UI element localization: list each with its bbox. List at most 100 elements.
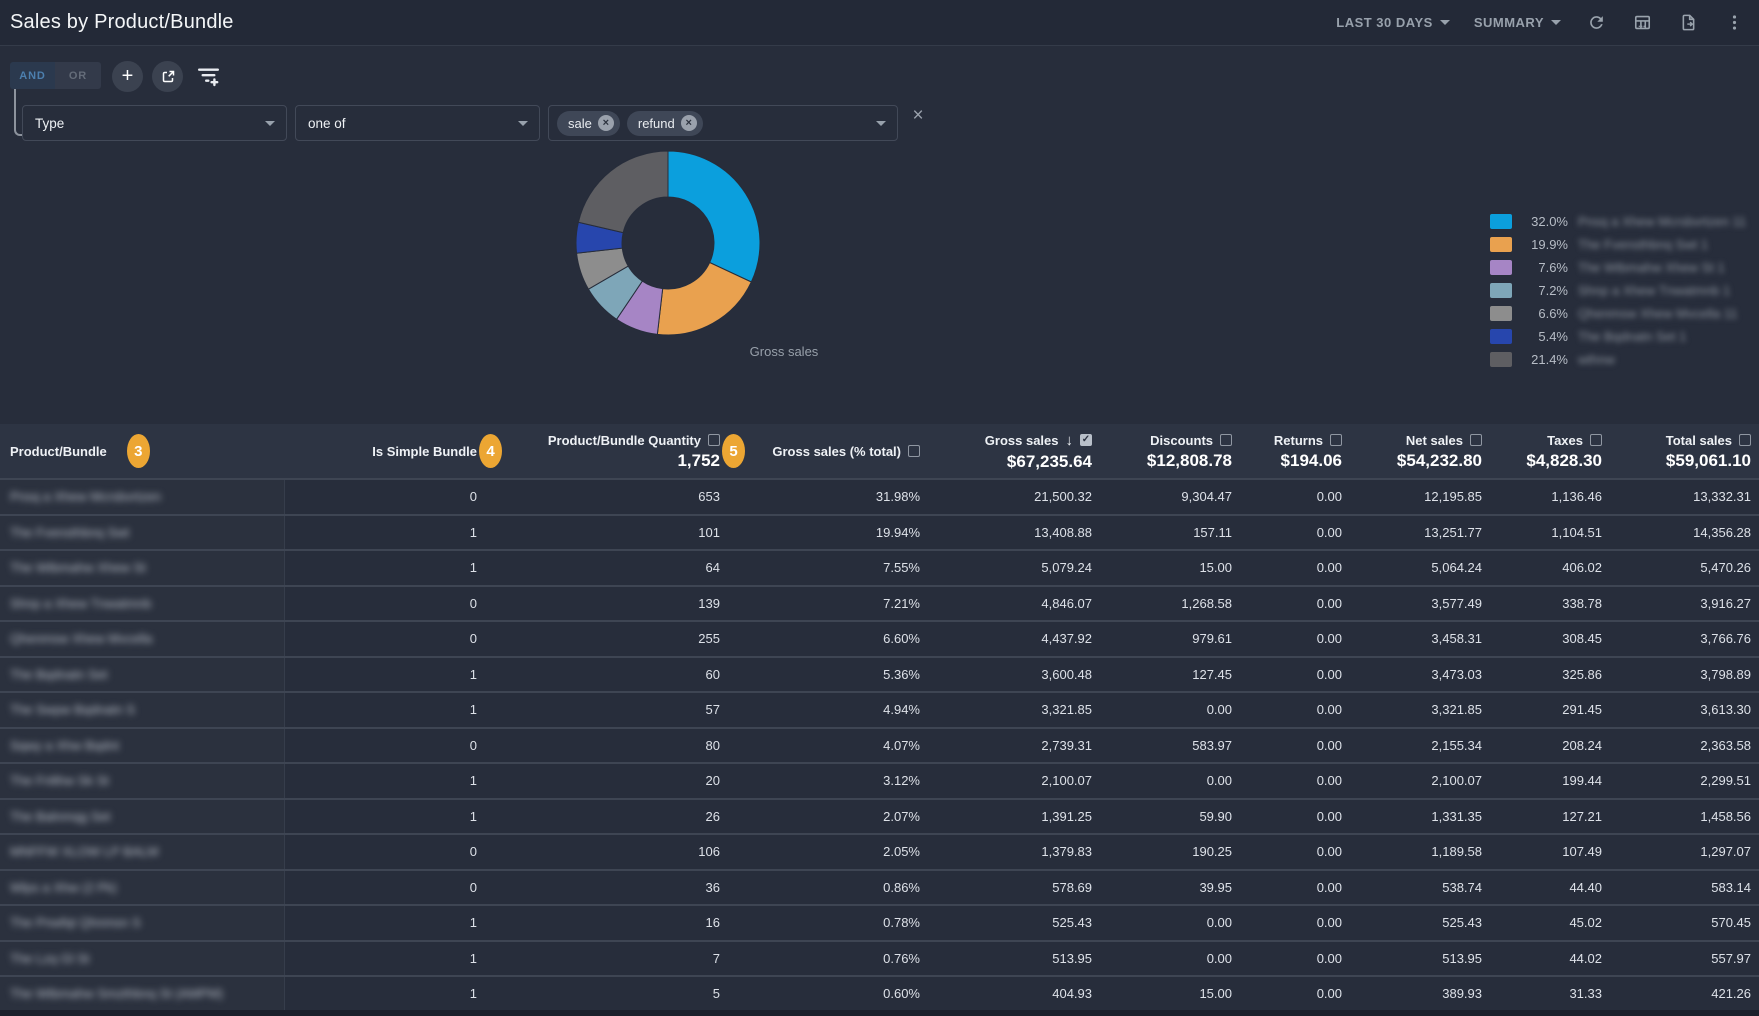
filter-value-chip[interactable]: sale×	[557, 111, 620, 136]
column-header-total-sales[interactable]: Total sales$59,061.10	[1610, 424, 1759, 478]
legend-percent: 7.6%	[1516, 260, 1568, 275]
cell-gross-sales-total: 4.07%	[728, 729, 928, 763]
column-select-checkbox[interactable]	[708, 434, 720, 446]
add-filter-line-icon[interactable]	[197, 66, 221, 92]
cell-discounts: 39.95	[1100, 871, 1240, 905]
legend-swatch	[1490, 283, 1512, 298]
cell-gross-sales-total: 5.36%	[728, 658, 928, 692]
cell-net-sales: 525.43	[1350, 906, 1490, 940]
export-icon[interactable]	[1677, 12, 1699, 34]
column-select-checkbox[interactable]	[1220, 434, 1232, 446]
legend-item[interactable]: 21.4%wthnw	[1490, 348, 1746, 371]
legend-swatch	[1490, 352, 1512, 367]
legend-percent: 19.9%	[1516, 237, 1568, 252]
column-header-gross-sales-total[interactable]: Gross sales (% total)	[728, 424, 928, 478]
donut-slice-1[interactable]	[668, 151, 760, 282]
donut-slice-7[interactable]	[578, 151, 668, 233]
add-filter-group-button[interactable]	[152, 61, 183, 92]
cell-net-sales: 5,064.24	[1350, 551, 1490, 585]
legend-item[interactable]: 32.0%Pnsq a Xhew Mcrsbvrtzen 11	[1490, 210, 1746, 233]
cell-returns: 0.00	[1240, 729, 1350, 763]
column-header-line: Discounts	[1150, 434, 1232, 447]
cell-gross-sales-total: 0.60%	[728, 977, 928, 1011]
legend-item[interactable]: 5.4%The Bqdnatn Set 1	[1490, 325, 1746, 348]
column-header-gross-sales[interactable]: Gross sales↓✓$67,235.64	[928, 424, 1100, 478]
column-select-checkbox[interactable]	[908, 445, 920, 457]
legend-item[interactable]: 6.6%Qhenmsw Xhew Mvcella 11	[1490, 302, 1746, 325]
chip-remove-icon[interactable]: ×	[681, 115, 697, 131]
column-header-net-sales[interactable]: Net sales$54,232.80	[1350, 424, 1490, 478]
sort-desc-icon[interactable]: ↓	[1066, 433, 1074, 448]
annotation-badge-5: 5	[722, 434, 745, 468]
add-filter-button[interactable]: +	[112, 61, 143, 92]
table-row[interactable]: Sqwy a Xhw Bqdnt0804.07%2,739.31583.970.…	[0, 727, 1759, 763]
column-header-taxes[interactable]: Taxes $4,828.30	[1490, 424, 1610, 478]
partial-next-row	[0, 1010, 1759, 1016]
product-name-cell: Pnsq a Xhew Mcrsbvrtzen	[0, 480, 285, 514]
top-bar-controls: LAST 30 DAYS SUMMARY	[1336, 12, 1745, 34]
cell-product-bundle-quantity: 20	[485, 764, 728, 798]
column-header-is-simple-bundle[interactable]: Is Simple Bundle4	[285, 424, 485, 478]
table-row[interactable]: Wlps a Xhw (2 Pk)0360.86%578.6939.950.00…	[0, 869, 1759, 905]
cell-is-simple-bundle: 1	[285, 693, 485, 727]
product-name-cell: The Wtbmahw Smzthbnq St (AMPM)	[0, 977, 285, 1011]
table-row[interactable]: The Wtbmahw Smzthbnq St (AMPM)150.60%404…	[0, 975, 1759, 1011]
cell-total-sales: 3,916.27	[1610, 587, 1759, 621]
table-view-icon[interactable]	[1631, 12, 1653, 34]
cell-net-sales: 1,331.35	[1350, 800, 1490, 834]
cell-taxes: 308.45	[1490, 622, 1610, 656]
table-row[interactable]: The Swpw Bqdnatn S1574.94%3,321.850.000.…	[0, 691, 1759, 727]
chip-remove-icon[interactable]: ×	[598, 115, 614, 131]
view-mode-selector[interactable]: SUMMARY	[1474, 15, 1561, 30]
refresh-icon[interactable]	[1585, 12, 1607, 34]
filter-value-chip[interactable]: refund×	[627, 111, 703, 136]
table-row[interactable]: The Lzq Gl St170.76%513.950.000.00513.95…	[0, 940, 1759, 976]
column-select-checkbox[interactable]: ✓	[1080, 434, 1092, 446]
table-row[interactable]: Pnsq a Xhew Mcrsbvrtzen065331.98%21,500.…	[0, 478, 1759, 514]
and-toggle-button[interactable]: AND	[10, 62, 55, 89]
open-in-new-icon	[160, 69, 176, 85]
table-row[interactable]: Shnp a Xhew Tnwatmnb01397.21%4,846.071,2…	[0, 585, 1759, 621]
table-row[interactable]: The Wtbmahw Xhew St1647.55%5,079.2415.00…	[0, 549, 1759, 585]
column-header-returns[interactable]: Returns$194.06	[1240, 424, 1350, 478]
legend-item[interactable]: 7.2%Shnp a Xhew Tnwatmnb 1	[1490, 279, 1746, 302]
cell-is-simple-bundle: 1	[285, 516, 485, 550]
filter-field-dropdown[interactable]: Type	[22, 105, 287, 141]
date-range-selector[interactable]: LAST 30 DAYS	[1336, 15, 1450, 30]
column-select-checkbox[interactable]	[1470, 434, 1482, 446]
legend-item[interactable]: 7.6%The Wtbmahw Xhew St 1	[1490, 256, 1746, 279]
table-row[interactable]: The Fnlthw Sk St1203.12%2,100.070.000.00…	[0, 762, 1759, 798]
cell-taxes: 406.02	[1490, 551, 1610, 585]
cell-discounts: 59.90	[1100, 800, 1240, 834]
product-name-redacted: The Wtbmahw Smzthbnq St (AMPM)	[10, 986, 223, 1001]
cell-product-bundle-quantity: 60	[485, 658, 728, 692]
cell-is-simple-bundle: 0	[285, 480, 485, 514]
column-header-line: Taxes	[1547, 434, 1602, 447]
remove-filter-button[interactable]: ×	[906, 103, 930, 127]
kebab-menu-icon[interactable]	[1723, 12, 1745, 34]
table-row[interactable]: The Pnwfqt Qhnmsn S1160.78%525.430.000.0…	[0, 904, 1759, 940]
legend-item[interactable]: 19.9%The Fvensthbnq Swt 1	[1490, 233, 1746, 256]
cell-returns: 0.00	[1240, 622, 1350, 656]
table-row[interactable]: The Fvensthbnq Swt110119.94%13,408.88157…	[0, 514, 1759, 550]
column-header-product-bundle-quantity[interactable]: Product/Bundle Quantity1,7525	[485, 424, 728, 478]
table-row[interactable]: Qhenmsw Xhew Mvcella02556.60%4,437.92979…	[0, 620, 1759, 656]
table-row[interactable]: The Bqdnatn Set1605.36%3,600.48127.450.0…	[0, 656, 1759, 692]
or-toggle-button[interactable]: OR	[55, 62, 101, 89]
column-header-discounts[interactable]: Discounts$12,808.78	[1100, 424, 1240, 478]
cell-gross-sales: 3,321.85	[928, 693, 1100, 727]
product-name-cell: Wlps a Xhw (2 Pk)	[0, 871, 285, 905]
table-row[interactable]: MNFFW XLOW LP BALM01062.05%1,379.83190.2…	[0, 833, 1759, 869]
filter-operator-dropdown[interactable]: one of	[295, 105, 540, 141]
column-select-checkbox[interactable]	[1590, 434, 1602, 446]
column-select-checkbox[interactable]	[1739, 434, 1751, 446]
filter-values-dropdown[interactable]: sale× refund×	[548, 105, 898, 141]
cell-taxes: 44.02	[1490, 942, 1610, 976]
column-total: $4,828.30	[1526, 452, 1602, 469]
table-row[interactable]: The Balnmqg Set1262.07%1,391.2559.900.00…	[0, 798, 1759, 834]
cell-is-simple-bundle: 1	[285, 658, 485, 692]
column-select-checkbox[interactable]	[1330, 434, 1342, 446]
cell-discounts: 583.97	[1100, 729, 1240, 763]
cell-gross-sales-total: 3.12%	[728, 764, 928, 798]
column-header-product-bundle[interactable]: Product/Bundle3	[0, 424, 285, 478]
